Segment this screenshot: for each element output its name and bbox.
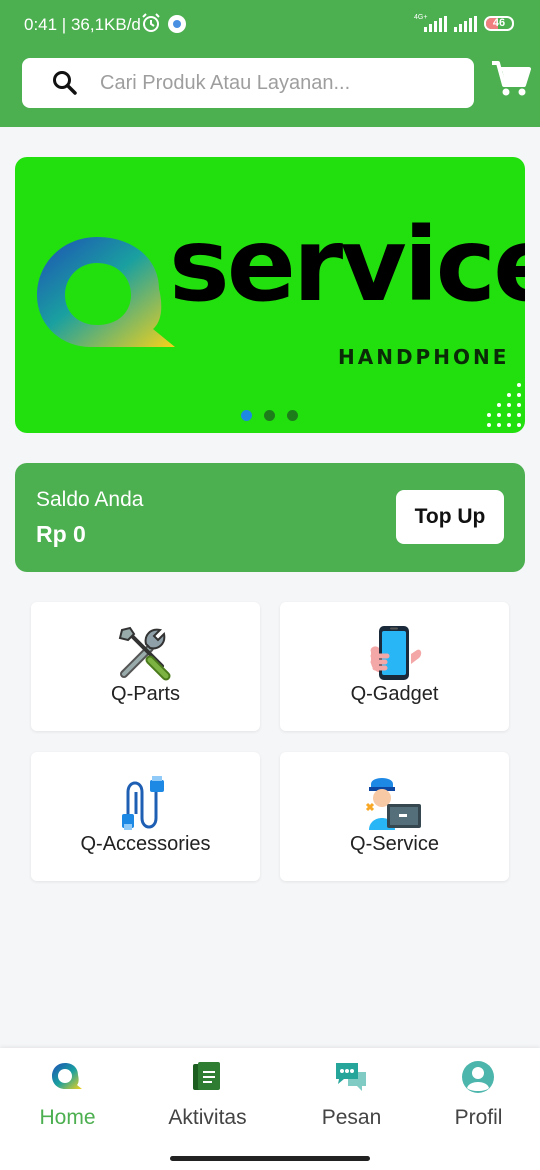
banner-brand-word: service <box>169 206 525 325</box>
home-logo-icon <box>52 1063 82 1089</box>
technician-icon <box>365 778 421 830</box>
carousel-dot-active[interactable] <box>241 410 252 421</box>
balance-amount: Rp 0 <box>36 521 86 547</box>
menu-label: Q-Service <box>350 833 439 855</box>
phone-icon <box>370 626 422 680</box>
nav-home[interactable]: Home <box>0 1048 135 1148</box>
chat-icon <box>336 1063 366 1091</box>
status-time: 0:41 | 36,1KB/d <box>24 15 141 34</box>
cart-icon[interactable] <box>490 58 532 100</box>
profile-icon <box>462 1061 494 1093</box>
carousel-dot[interactable] <box>264 410 275 421</box>
nav-profil[interactable]: Profil <box>411 1048 540 1148</box>
search-icon <box>53 71 77 95</box>
battery-icon: 46 <box>484 16 514 31</box>
search-input[interactable]: Cari Produk Atau Layanan... <box>22 58 474 108</box>
app-header: 0:41 | 36,1KB/d 4G+ 46 Cari Produk Atau <box>0 0 540 127</box>
menu-item-q-parts[interactable]: Q-Parts <box>31 602 260 731</box>
nav-pesan[interactable]: Pesan <box>284 1048 419 1148</box>
status-bar: 0:41 | 36,1KB/d 4G+ 46 <box>0 0 540 50</box>
nav-label: Pesan <box>321 1106 382 1129</box>
battery-level: 46 <box>492 17 506 29</box>
dot-pattern-decoration <box>487 383 521 427</box>
menu-item-q-service[interactable]: Q-Service <box>280 752 509 881</box>
banner-brand-sub: HANDPHONE <box>338 345 510 369</box>
carousel-dot[interactable] <box>287 410 298 421</box>
cable-icon <box>122 776 164 830</box>
gesture-home-indicator[interactable] <box>170 1156 370 1161</box>
alarm-icon <box>142 13 160 32</box>
nav-label: Profil <box>454 1106 503 1129</box>
nav-label: Home <box>39 1106 96 1129</box>
menu-label: Q-Gadget <box>350 683 439 705</box>
menu-label: Q-Accessories <box>80 833 211 855</box>
document-icon <box>193 1062 220 1090</box>
balance-card: Saldo Anda Rp 0 Top Up <box>15 463 525 572</box>
menu-item-q-accessories[interactable]: Q-Accessories <box>31 752 260 881</box>
topup-button[interactable]: Top Up <box>396 490 504 544</box>
menu-label: Q-Parts <box>111 683 180 705</box>
app-indicator-icon <box>168 15 186 33</box>
carousel-indicator[interactable] <box>241 410 298 421</box>
search-placeholder: Cari Produk Atau Layanan... <box>100 71 351 94</box>
signal-icon <box>424 16 447 32</box>
promo-banner[interactable]: service HANDPHONE <box>15 157 525 433</box>
balance-label: Saldo Anda <box>36 488 144 511</box>
nav-aktivitas[interactable]: Aktivitas <box>140 1048 275 1148</box>
menu-item-q-gadget[interactable]: Q-Gadget <box>280 602 509 731</box>
tools-icon <box>118 626 171 681</box>
signal-icon <box>454 16 477 32</box>
nav-label: Aktivitas <box>168 1106 247 1129</box>
bottom-navigation: Home Aktivitas Pesan Profil <box>0 1048 540 1170</box>
